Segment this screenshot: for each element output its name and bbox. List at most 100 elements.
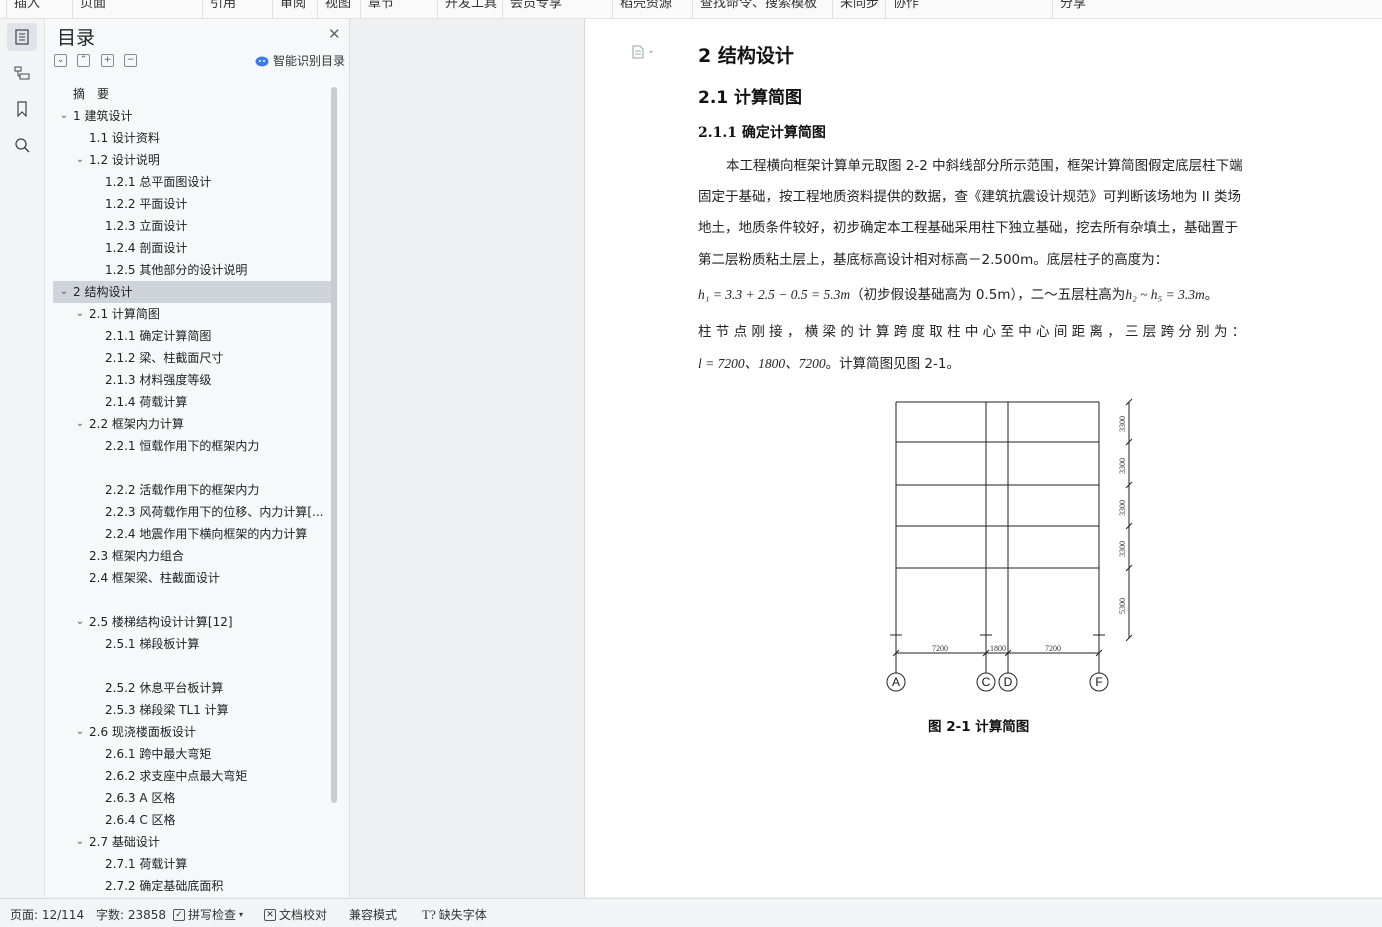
axis-label: C [982, 675, 991, 689]
toc-item[interactable]: 2.2.3 风荷载作用下的位移、内力计算[... [53, 501, 331, 523]
close-icon[interactable]: ✕ [328, 25, 341, 43]
toc-item-label: 2.6 现浇楼面板设计 [89, 725, 196, 739]
toc-item[interactable]: 2.2.4 地震作用下横向框架的内力计算 [53, 523, 331, 545]
paragraph-line: 地土，地质条件较好，初步确定本工程基础采用柱下独立基础，挖去所有杂填土，基础置于 [698, 220, 1238, 236]
toc-item[interactable]: 摘 要 [53, 83, 331, 105]
status-bar: 页面: 12/114 字数: 23858 ✓ 拼写检查 ▾ ✕ 文档校对 兼容模… [0, 898, 1382, 927]
chevron-down-icon: ▾ [239, 910, 244, 919]
toolbar-item[interactable]: 未同步 [840, 0, 879, 11]
toc-item[interactable]: 2.7.1 荷载计算 [53, 853, 331, 875]
toolbar-item[interactable]: 开发工具 [445, 0, 497, 11]
toc-item[interactable]: 2.1.2 梁、柱截面尺寸 [53, 347, 331, 369]
chevron-down-icon[interactable]: ⌄ [74, 721, 86, 743]
proofread-label: 文档校对 [279, 908, 328, 922]
chevron-down-icon[interactable]: ⌄ [74, 831, 86, 853]
word-count[interactable]: 字数: 23858 [96, 906, 166, 923]
toc-item[interactable]: 2.3 框架内力组合 [53, 545, 331, 567]
toc-item-label: 2.6.3 A 区格 [105, 791, 176, 805]
toc-item-label: 2.1.3 材料强度等级 [105, 373, 212, 387]
smart-toc-button[interactable]: 智能识别目录 [255, 52, 345, 69]
chevron-down-icon[interactable]: ⌄ [58, 105, 70, 127]
toc-item[interactable]: 2.6.4 C 区格 [53, 809, 331, 831]
toolbar-item[interactable]: 引用 [210, 0, 236, 11]
paragraph-line: 固定于基础，按工程地质资料提供的数据，查《建筑抗震设计规范》可判断该场地为 II… [698, 189, 1242, 205]
bookmark-icon[interactable] [7, 95, 37, 123]
toc-item[interactable]: 1.2.4 剖面设计 [53, 237, 331, 259]
toc-item-label: 1 建筑设计 [73, 109, 133, 123]
toc-icon[interactable] [7, 23, 37, 51]
chevron-down-icon[interactable]: ⌄ [58, 281, 70, 303]
toc-item[interactable]: 2.2.2 活载作用下的框架内力 [53, 479, 331, 501]
search-icon[interactable] [7, 131, 37, 159]
toc-item[interactable] [53, 589, 331, 611]
toolbar-item[interactable]: 视图 [325, 0, 351, 11]
toc-item[interactable]: 2.1.3 材料强度等级 [53, 369, 331, 391]
toc-item[interactable]: ⌄ 2.6 现浇楼面板设计 [53, 721, 331, 743]
compat-mode-label[interactable]: 兼容模式 [349, 906, 397, 923]
toc-item-label: 1.2 设计说明 [89, 153, 160, 167]
toc-item-label: 2.6.4 C 区格 [105, 813, 176, 827]
toc-item[interactable]: 2.5.2 休息平台板计算 [53, 677, 331, 699]
axis-label: D [1004, 675, 1013, 689]
navigation-icon[interactable] [7, 59, 37, 87]
toc-item[interactable]: 2.4 框架梁、柱截面设计 [53, 567, 331, 589]
toc-item[interactable]: 2.1.1 确定计算简图 [53, 325, 331, 347]
toc-item[interactable]: 2.7.2 确定基础底面积 [53, 875, 331, 895]
toc-item[interactable]: 2.6.3 A 区格 [53, 787, 331, 809]
toc-item[interactable]: ⌄ 2.5 楼梯结构设计计算[12] [53, 611, 331, 633]
chevron-down-icon[interactable]: ⌄ [74, 149, 86, 171]
toc-item[interactable]: 1.2.2 平面设计 [53, 193, 331, 215]
spell-check-button[interactable]: ✓ 拼写检查 ▾ [173, 906, 243, 923]
toc-item-label: 2 结构设计 [73, 285, 133, 299]
toolbar-item[interactable]: 查找命令、搜索模板 [700, 0, 817, 11]
frame-diagram: 7200 1800 7200 3300 3300 3300 3300 5300 … [886, 398, 1133, 692]
axis-label: A [892, 675, 900, 689]
toc-item[interactable]: 1.2.3 立面设计 [53, 215, 331, 237]
toc-item[interactable]: 2.5.3 梯段梁 TL1 计算 [53, 699, 331, 721]
toc-scrollbar[interactable] [331, 87, 337, 803]
remove-heading-icon[interactable]: − [124, 54, 137, 67]
toc-item-label: 2.7.1 荷载计算 [105, 857, 188, 871]
toolbar-separator [885, 0, 886, 18]
toolbar-item[interactable]: 页面 [80, 0, 106, 11]
toolbar-item[interactable]: 协作 [893, 0, 919, 11]
proofread-button[interactable]: ✕ 文档校对 [264, 906, 327, 923]
span-label: 1800 [990, 644, 1006, 653]
toc-item[interactable]: 2.2.1 恒载作用下的框架内力 [53, 435, 331, 457]
toc-item[interactable]: ⌄ 2.2 框架内力计算 [53, 413, 331, 435]
toc-item[interactable]: 2.6.2 求支座中点最大弯矩 [53, 765, 331, 787]
toolbar-item[interactable]: 稻壳资源 [620, 0, 672, 11]
toc-item-label: 1.2.4 剖面设计 [105, 241, 188, 255]
toc-item[interactable]: ⌄ 1 建筑设计 [53, 105, 331, 127]
toc-item[interactable]: ⌄ 2 结构设计 [53, 281, 331, 303]
toc-item[interactable]: 2.5.1 梯段板计算 [53, 633, 331, 655]
chevron-down-icon[interactable]: ⌄ [74, 303, 86, 325]
toolbar-item[interactable]: 会员专享 [510, 0, 562, 11]
toc-item[interactable] [53, 655, 331, 677]
toc-item[interactable]: 1.1 设计资料 [53, 127, 331, 149]
toc-item-label: 2.1.2 梁、柱截面尺寸 [105, 351, 224, 365]
document-options-icon[interactable] [631, 45, 655, 62]
page-counter[interactable]: 页面: 12/114 [10, 906, 84, 923]
toolbar-item[interactable]: 插入 [14, 0, 40, 11]
toc-item[interactable]: 2.6.1 跨中最大弯矩 [53, 743, 331, 765]
toc-item[interactable]: 1.2.1 总平面图设计 [53, 171, 331, 193]
chevron-down-icon[interactable]: ⌄ [74, 413, 86, 435]
expand-all-icon[interactable]: ⌄ [54, 54, 67, 67]
toolbar-item[interactable]: 章节 [368, 0, 394, 11]
toc-item[interactable]: ⌄ 2.7 基础设计 [53, 831, 331, 853]
toc-item[interactable]: ⌄ 1.2 设计说明 [53, 149, 331, 171]
toc-item-label: 2.2.3 风荷载作用下的位移、内力计算[... [105, 505, 324, 519]
toc-item[interactable]: 1.2.5 其他部分的设计说明 [53, 259, 331, 281]
add-heading-icon[interactable]: + [101, 54, 114, 67]
toc-item[interactable] [53, 457, 331, 479]
toolbar-item[interactable]: 分享 [1060, 0, 1086, 11]
toc-item[interactable]: 2.1.4 荷载计算 [53, 391, 331, 413]
canvas-background [350, 19, 583, 897]
missing-font-button[interactable]: T? 缺失字体 [422, 906, 487, 923]
toolbar-item[interactable]: 审阅 [280, 0, 306, 11]
toc-item[interactable]: ⌄ 2.1 计算简图 [53, 303, 331, 325]
collapse-all-icon[interactable]: ⌃ [77, 54, 90, 67]
heading-1: 2 结构设计 [698, 45, 794, 67]
chevron-down-icon[interactable]: ⌄ [74, 611, 86, 633]
